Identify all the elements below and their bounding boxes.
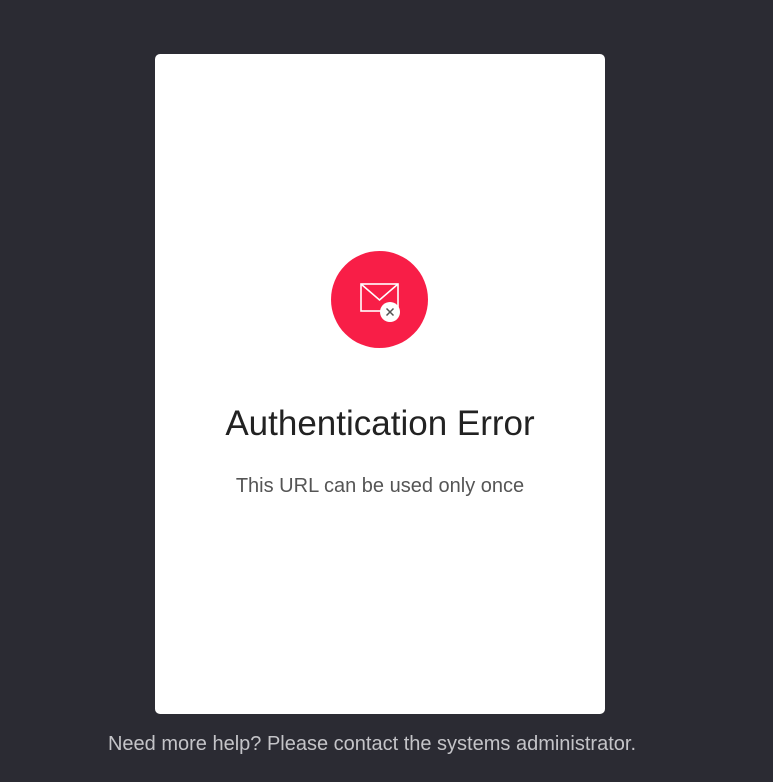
envelope-error-icon (331, 251, 428, 348)
help-text: Need more help? Please contact the syste… (107, 733, 637, 755)
error-message: This URL can be used only once (235, 475, 525, 497)
error-title: Authentication Error (225, 404, 535, 443)
auth-error-card: Authentication Error This URL can be use… (155, 54, 605, 714)
